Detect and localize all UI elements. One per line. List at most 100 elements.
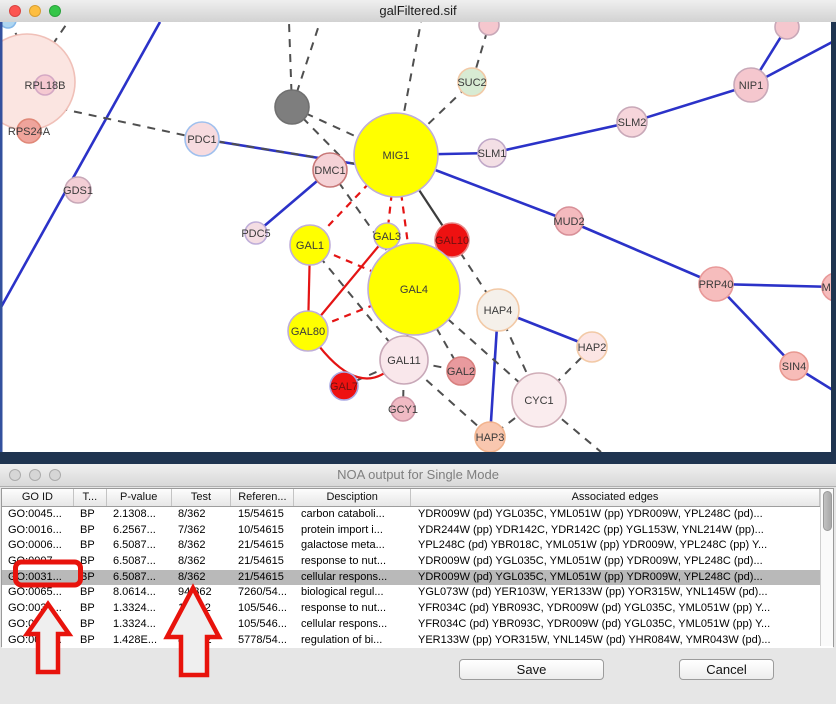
cell-desciption: biological regul... [295, 585, 412, 601]
table-row[interactable]: GO:0031...BP1.3324...11/362105/546...res… [2, 601, 833, 617]
vertical-scrollbar[interactable] [820, 489, 833, 646]
cell-associated-edges: YDR244W (pp) YDR142C, YDR142C (pp) YGL15… [412, 523, 822, 539]
cell-associated-edges: YFR034C (pd) YBR093C, YDR009W (pd) YGL03… [412, 601, 822, 617]
cell-test: 80/362 [172, 633, 232, 649]
column-header-desciption[interactable]: Desciption [294, 489, 411, 506]
node-label-PRP40: PRP40 [699, 279, 734, 291]
cell-t-: BP [74, 538, 107, 554]
node-label-GAL10: GAL10 [435, 235, 469, 247]
node-label-SLM2: SLM2 [618, 117, 647, 129]
node-label-PDC1: PDC1 [187, 134, 216, 146]
cell-t-: BP [74, 601, 107, 617]
cell-associated-edges: YDR009W (pd) YGL035C, YML051W (pp) YDR00… [412, 570, 822, 586]
cell-desciption: protein import i... [295, 523, 412, 539]
cell-t-: BP [74, 633, 107, 649]
cell-associated-edges: YDR009W (pd) YGL035C, YML051W (pp) YDR00… [412, 554, 822, 570]
scrollbar-thumb[interactable] [823, 491, 832, 531]
minimize-button[interactable] [29, 5, 41, 17]
cell-referen-: 21/54615 [232, 538, 295, 554]
cell-p-value: 1.428E... [107, 633, 172, 649]
cell-go-id: GO:0050... [2, 633, 74, 649]
cell-referen-: 7260/54... [232, 585, 295, 601]
cell-go-id: GO:0016... [2, 523, 74, 539]
table-row[interactable]: GO:0031...BP1.3324...11/362105/546...cel… [2, 617, 833, 633]
save-button[interactable]: Save [459, 659, 604, 680]
window-separator [0, 452, 836, 464]
cell-go-id: GO:0045... [2, 507, 74, 523]
node-label-RPS24A: RPS24A [8, 126, 51, 138]
node-label-PDC5: PDC5 [241, 228, 270, 240]
node-label-HAP2: HAP2 [578, 342, 607, 354]
cell-go-id: GO:0031... [2, 617, 74, 633]
node-label-GAL3: GAL3 [373, 231, 401, 243]
column-header-associated-edges[interactable]: Associated edges [411, 489, 820, 506]
network-window-titlebar: galFiltered.sif [0, 0, 836, 23]
cell-p-value: 6.5087... [107, 554, 172, 570]
cell-desciption: response to nut... [295, 601, 412, 617]
table-row[interactable]: GO:0007...BP6.5087...8/36221/54615respon… [2, 554, 833, 570]
table-row[interactable]: GO:0050...BP1.428E...80/3625778/54...reg… [2, 633, 833, 649]
column-header-t-[interactable]: T... [74, 489, 107, 506]
cell-t-: BP [74, 570, 107, 586]
cell-test: 94/362 [172, 585, 232, 601]
node-label-DMC1: DMC1 [314, 165, 345, 177]
cell-test: 11/362 [172, 617, 232, 633]
table-row[interactable]: GO:0031...BP6.5087...8/36221/54615cellul… [2, 570, 833, 586]
cell-p-value: 1.3324... [107, 601, 172, 617]
zoom-button-inactive[interactable] [49, 469, 61, 481]
table-row[interactable]: GO:0065...BP8.0614...94/3627260/54...bio… [2, 585, 833, 601]
node-label-GAL2: GAL2 [447, 366, 475, 378]
node-label-GCY1: GCY1 [388, 404, 418, 416]
cell-test: 8/362 [172, 570, 232, 586]
cancel-button[interactable]: Cancel [679, 659, 774, 680]
cell-desciption: cellular respons... [295, 617, 412, 633]
cell-test: 8/362 [172, 507, 232, 523]
cell-p-value: 8.0614... [107, 585, 172, 601]
close-button-inactive[interactable] [9, 469, 21, 481]
cell-referen-: 10/54615 [232, 523, 295, 539]
node-top-right-node[interactable] [775, 22, 799, 39]
table-row[interactable]: GO:0045...BP2.1308...8/36215/54615carbon… [2, 507, 833, 523]
cell-referen-: 21/54615 [232, 554, 295, 570]
table-row[interactable]: GO:0006...BP6.5087...8/36221/54615galact… [2, 538, 833, 554]
node-label-GAL7: GAL7 [330, 381, 358, 393]
cell-referen-: 15/54615 [232, 507, 295, 523]
column-header-go-id[interactable]: GO ID [2, 489, 74, 506]
network-window: galFiltered.sif RPL18BRPS24AGDS1PDC1DMC1… [0, 0, 836, 464]
window-title: galFiltered.sif [379, 0, 456, 22]
cell-desciption: regulation of bi... [295, 633, 412, 649]
node-label-GDS1: GDS1 [63, 185, 93, 197]
cell-associated-edges: YFR034C (pd) YBR093C, YDR009W (pd) YGL03… [412, 617, 822, 633]
zoom-button[interactable] [49, 5, 61, 17]
cell-go-id: GO:0065... [2, 585, 74, 601]
node-label-GAL1: GAL1 [296, 240, 324, 252]
node-label-SIN4: SIN4 [782, 361, 806, 373]
close-button[interactable] [9, 5, 21, 17]
cell-p-value: 2.1308... [107, 507, 172, 523]
cell-associated-edges: YER133W (pp) YOR315W, YNL145W (pd) YHR08… [412, 633, 822, 649]
cell-desciption: galactose meta... [295, 538, 412, 554]
column-header-test[interactable]: Test [172, 489, 232, 506]
node-label-HAP4: HAP4 [484, 305, 513, 317]
edge-blue [569, 221, 716, 284]
node-top-mid-node[interactable] [479, 22, 499, 35]
cell-referen-: 105/546... [232, 601, 295, 617]
cell-desciption: cellular respons... [295, 570, 412, 586]
cell-desciption: carbon cataboli... [295, 507, 412, 523]
cell-t-: BP [74, 617, 107, 633]
table-row[interactable]: GO:0016...BP6.2567...7/36210/54615protei… [2, 523, 833, 539]
cell-associated-edges: YDR009W (pd) YGL035C, YML051W (pp) YDR00… [412, 507, 822, 523]
minimize-button-inactive[interactable] [29, 469, 41, 481]
node-label-GAL11: GAL11 [387, 355, 420, 367]
cell-t-: BP [74, 585, 107, 601]
network-canvas[interactable]: RPL18BRPS24AGDS1PDC1DMC1MIG1PDC5GAL1GAL3… [0, 22, 836, 452]
column-header-referen-[interactable]: Referen... [231, 489, 294, 506]
node-gray-node[interactable] [275, 90, 309, 124]
cell-referen-: 21/54615 [232, 570, 295, 586]
cell-test: 11/362 [172, 601, 232, 617]
cell-test: 8/362 [172, 554, 232, 570]
node-label-GAL80: GAL80 [291, 326, 325, 338]
edge-blue [632, 85, 751, 122]
column-header-p-value[interactable]: P-value [107, 489, 172, 506]
cell-go-id: GO:0006... [2, 538, 74, 554]
